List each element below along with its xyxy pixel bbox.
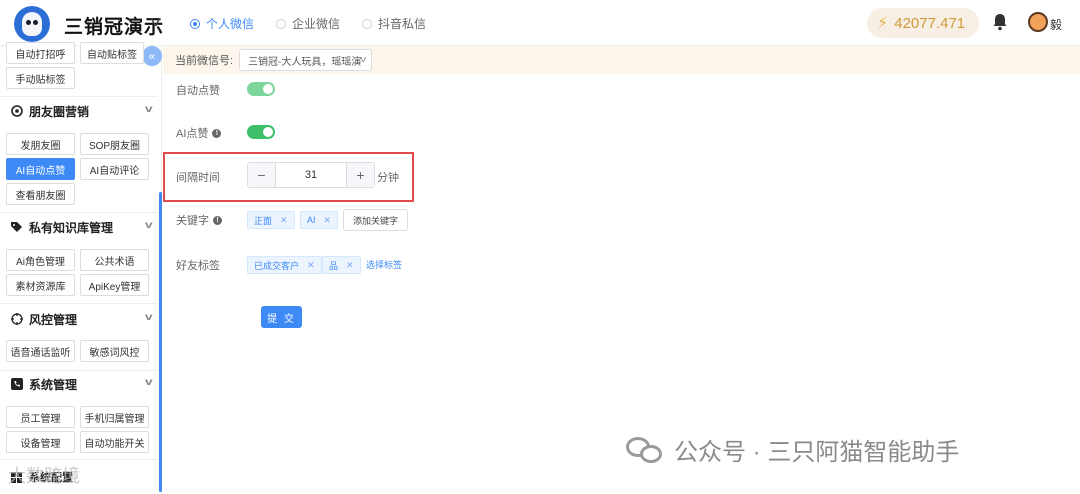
current-account-bar: 当前微信号: 三销冠-大人玩具，瑶瑶演 v: [163, 46, 1080, 74]
sidebar-chip-manual-tag[interactable]: 手动贴标签: [6, 67, 75, 89]
radio-dot-icon: [190, 18, 200, 29]
chevron-down-icon: v: [145, 312, 154, 323]
radio-enterprise-wechat[interactable]: 企业微信: [276, 15, 340, 32]
sidebar-item-devices[interactable]: 设备管理: [6, 431, 75, 453]
auto-like-switch[interactable]: [247, 82, 275, 96]
ai-like-switch[interactable]: [247, 125, 275, 139]
crosshair-icon: [10, 313, 23, 326]
sidebar-section-risk[interactable]: 风控管理 v: [0, 306, 158, 332]
user-name[interactable]: 毅: [1050, 16, 1062, 33]
friend-tag: 已成交客户 ✕: [247, 256, 322, 274]
sidebar-item-ai-auto-comment[interactable]: AI自动评论: [80, 158, 149, 180]
tag-icon: [10, 221, 23, 234]
balance-badge[interactable]: ⚡ 42077.471: [867, 8, 979, 38]
close-icon[interactable]: ✕: [307, 260, 315, 271]
info-icon[interactable]: !: [212, 128, 222, 138]
wechat-icon: [626, 435, 664, 465]
radio-personal-wechat[interactable]: 个人微信: [190, 15, 254, 32]
add-keyword-button[interactable]: 添加关键字: [343, 209, 408, 231]
balance-value: 42077.471: [894, 14, 966, 32]
chevron-down-icon: v: [145, 104, 154, 115]
sidebar-item-staff[interactable]: 员工管理: [6, 406, 75, 428]
sidebar-item-material-library[interactable]: 素材资源库: [6, 274, 75, 296]
close-icon[interactable]: ✕: [280, 215, 288, 226]
interval-stepper[interactable]: − 31 +: [247, 162, 375, 188]
close-icon[interactable]: ✕: [346, 260, 354, 271]
radio-douyin-dm[interactable]: 抖音私信: [362, 15, 426, 32]
sidebar: « 自动打招呼 自动贴标签 手动贴标签 朋友圈营销 v 发朋友圈 SOP朋友圈 …: [0, 42, 162, 494]
collapse-sidebar-icon[interactable]: «: [142, 46, 162, 66]
current-wechat-select[interactable]: 三销冠-大人玩具，瑶瑶演 v: [239, 49, 373, 71]
target-icon: [10, 105, 23, 118]
interval-label: 间隔时间: [176, 172, 220, 184]
sidebar-item-view-moments[interactable]: 查看朋友圈: [6, 183, 75, 205]
info-icon[interactable]: !: [213, 215, 222, 225]
increment-button[interactable]: +: [346, 163, 374, 187]
sidebar-item-auto-switch[interactable]: 自动功能开关: [80, 431, 149, 453]
friend-tags-label: 好友标签: [176, 260, 220, 272]
bell-icon[interactable]: [992, 13, 1010, 31]
avatar[interactable]: [1028, 12, 1048, 32]
interval-unit: 分钟: [377, 172, 399, 184]
lightning-icon: ⚡: [877, 15, 889, 32]
chevron-down-icon: v: [145, 377, 154, 388]
wechat-watermark: 公众号 · 三只阿猫智能助手: [626, 432, 959, 467]
sidebar-item-voice-monitor[interactable]: 语音通话监听: [6, 340, 75, 362]
radio-dot-icon: [276, 18, 287, 29]
sidebar-item-post-moments[interactable]: 发朋友圈: [6, 133, 75, 155]
chevron-down-icon: v: [359, 54, 366, 64]
phone-icon: [10, 378, 23, 391]
sidebar-item-ai-role[interactable]: Ai角色管理: [6, 249, 75, 271]
submit-button[interactable]: 提 交: [261, 306, 302, 328]
app-header: 三销冠演示 v 个人微信 企业微信 抖音私信 ⚡ 42077.471 毅: [0, 0, 1080, 46]
keywords-label: 关键字 !: [176, 212, 222, 228]
sidebar-item-phone-ownership[interactable]: 手机归属管理: [80, 406, 149, 428]
decrement-button[interactable]: −: [248, 163, 276, 187]
sidebar-item-common-terms[interactable]: 公共术语: [80, 249, 149, 271]
radio-dot-icon: [362, 18, 373, 29]
current-wechat-label: 当前微信号:: [175, 55, 234, 67]
close-icon[interactable]: ✕: [324, 215, 332, 226]
sidebar-item-apikey[interactable]: ApiKey管理: [80, 274, 149, 296]
auto-like-label: 自动点赞: [176, 85, 220, 97]
keyword-tag: 正面 ✕: [247, 211, 295, 229]
keyword-tag: AI ✕: [300, 211, 339, 229]
account-type-radio-group: 个人微信 企业微信 抖音私信: [190, 15, 426, 32]
app-title[interactable]: 三销冠演示: [64, 12, 164, 39]
app-logo: [14, 6, 50, 42]
sidebar-item-sop-moments[interactable]: SOP朋友圈: [80, 133, 149, 155]
interval-value[interactable]: 31: [276, 163, 346, 187]
sidebar-chip-auto-greet[interactable]: 自动打招呼: [6, 42, 75, 64]
sidebar-section-system[interactable]: 系统管理 v: [0, 371, 158, 397]
friend-tag: 品 ✕: [322, 256, 361, 274]
chevron-down-icon[interactable]: v: [151, 13, 161, 29]
chevron-down-icon: v: [145, 220, 154, 231]
sidebar-section-moments[interactable]: 朋友圈营销 v: [0, 98, 158, 124]
sidebar-item-ai-auto-like[interactable]: AI自动点赞: [6, 158, 75, 180]
sidebar-scrollbar[interactable]: [159, 192, 162, 492]
ai-like-label: AI点赞 !: [176, 125, 222, 141]
sidebar-chip-auto-tag[interactable]: 自动贴标签: [80, 42, 144, 64]
sidebar-section-knowledge[interactable]: 私有知识库管理 v: [0, 214, 158, 240]
select-tags-link[interactable]: 选择标签: [366, 258, 402, 271]
sidebar-item-sensitive-words[interactable]: 敏感词风控: [80, 340, 149, 362]
corner-watermark: 大数跨境: [8, 466, 80, 486]
